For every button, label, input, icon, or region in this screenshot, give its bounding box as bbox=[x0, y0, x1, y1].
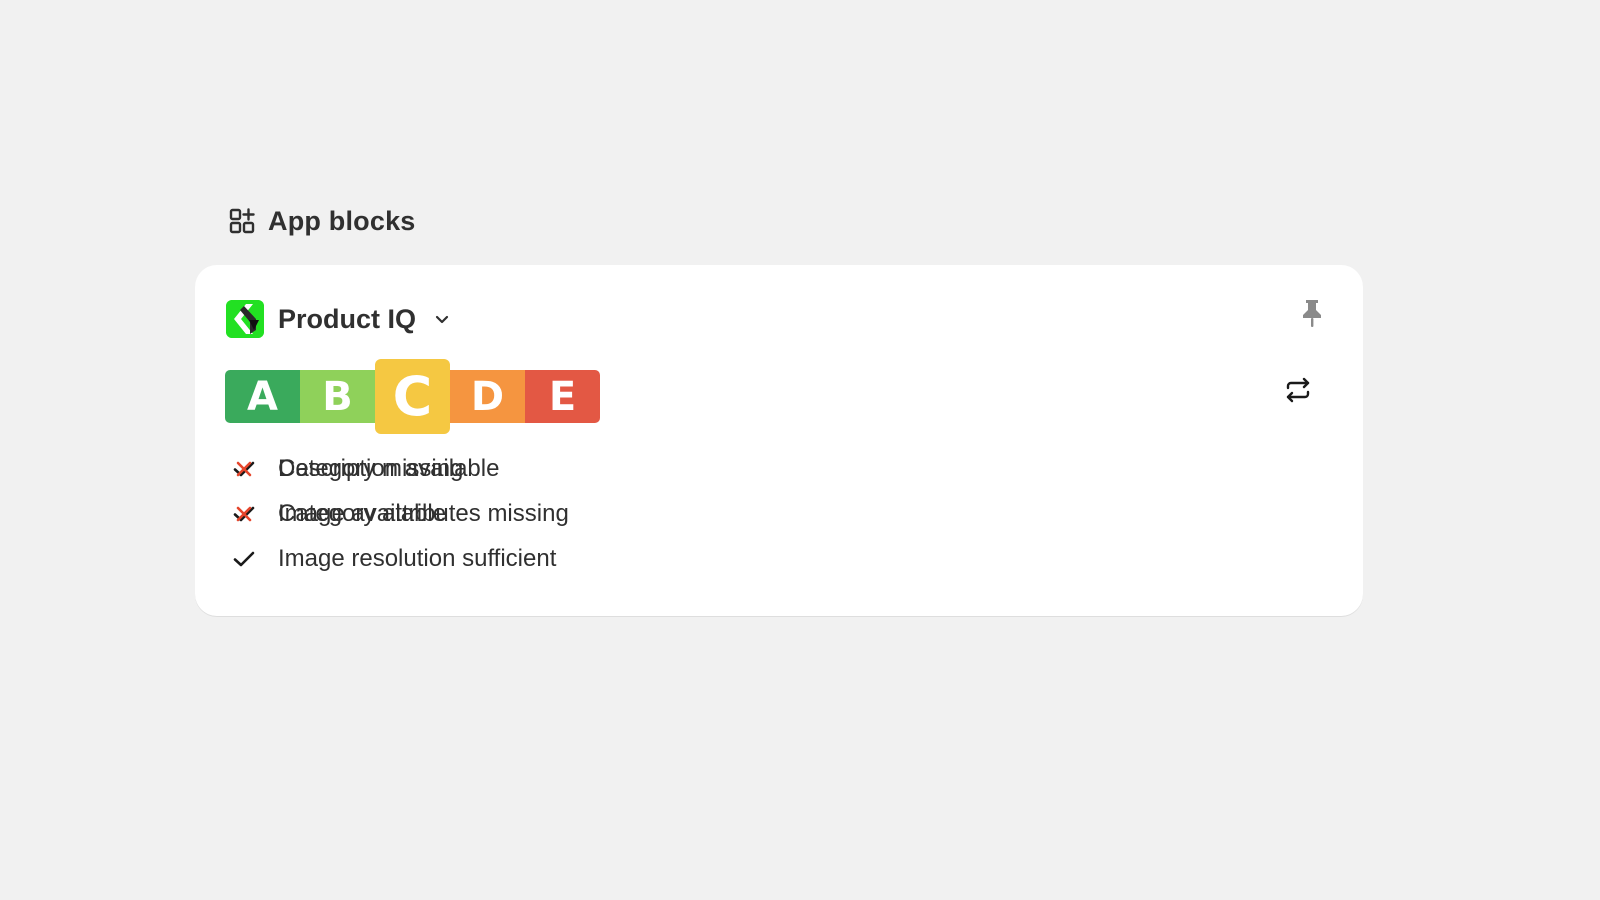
grade-d: D bbox=[450, 370, 525, 423]
app-name: Product IQ bbox=[278, 303, 417, 334]
x-mark-icon bbox=[230, 500, 258, 528]
check-label: Category attributes missing bbox=[278, 500, 569, 527]
refresh-icon[interactable] bbox=[1281, 373, 1315, 407]
check-item-failed: Category attributes missing bbox=[230, 498, 569, 530]
grade-a: A bbox=[225, 370, 300, 423]
product-iq-logo-icon bbox=[226, 300, 264, 338]
pin-icon[interactable] bbox=[1297, 298, 1327, 328]
chevron-down-icon[interactable] bbox=[432, 309, 452, 329]
grade-e: E bbox=[525, 370, 600, 423]
grade-c-current: C bbox=[375, 359, 450, 434]
grade-scale: A B D E C bbox=[225, 359, 600, 434]
apps-add-icon bbox=[228, 207, 256, 235]
checkmark-icon bbox=[230, 545, 258, 573]
grade-b: B bbox=[300, 370, 375, 423]
check-label: Category missing bbox=[278, 455, 464, 482]
app-selector[interactable]: Product IQ bbox=[226, 300, 452, 338]
section-header: App blocks bbox=[228, 200, 416, 242]
x-mark-icon bbox=[230, 455, 258, 483]
app-block-card: Product IQ A B D E C Description availab… bbox=[195, 265, 1363, 616]
check-item-failed: Category missing bbox=[230, 453, 463, 485]
section-title: App blocks bbox=[268, 205, 416, 236]
check-label: Image resolution sufficient bbox=[278, 545, 557, 572]
check-item-passed: Image resolution sufficient bbox=[230, 543, 556, 575]
